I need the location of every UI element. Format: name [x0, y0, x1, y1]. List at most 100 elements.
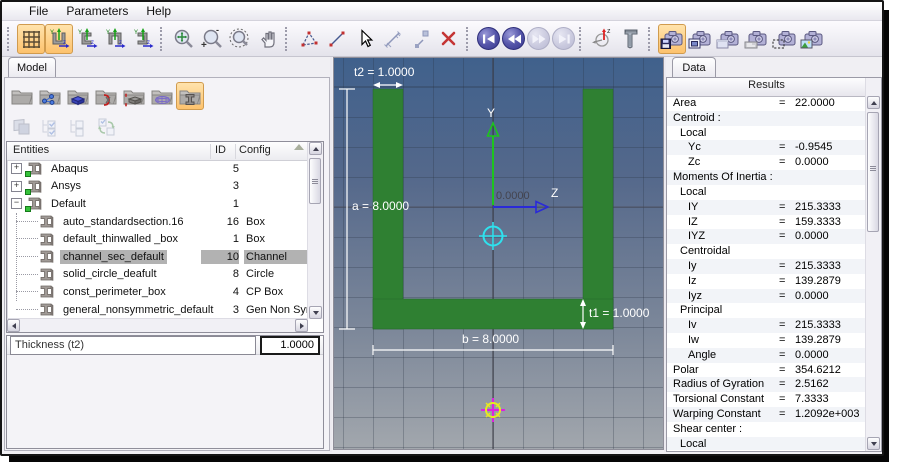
menu-item[interactable]: Help — [137, 3, 180, 19]
result-row[interactable]: Local — [667, 126, 866, 141]
entity-name[interactable]: Default — [48, 197, 89, 211]
result-row[interactable]: Shear center : — [667, 422, 866, 437]
sort-ascending-icon[interactable] — [294, 144, 304, 150]
menu-item[interactable]: File — [20, 3, 57, 19]
menu-item[interactable]: Parameters — [57, 3, 137, 19]
new-project-button[interactable] — [8, 82, 36, 110]
column-header-entities[interactable]: Entities — [13, 144, 49, 156]
result-row[interactable]: Warping Constant = 1.2092e+003 — [667, 407, 866, 422]
entity-name[interactable]: Abaqus — [48, 162, 91, 176]
result-row[interactable]: Torsional Constant = 7.3333 — [667, 392, 866, 407]
tree-expander-icon[interactable] — [11, 163, 22, 174]
result-row[interactable]: Principal — [667, 303, 866, 318]
clamp-section-button[interactable] — [92, 82, 120, 110]
section-rotated-orientation-button[interactable]: Yz — [129, 24, 157, 54]
shared-entities-button[interactable] — [36, 82, 64, 110]
result-row[interactable]: IY = 215.3333 — [667, 200, 866, 215]
result-row[interactable]: Local — [667, 185, 866, 200]
section-canvas[interactable]: t2 = 1.0000 a = 8.0000 t1 = 1.0000 b = 8… — [333, 57, 664, 450]
capture-window-button[interactable] — [686, 24, 714, 54]
parameter-value-input[interactable]: 1.0000 — [260, 336, 320, 355]
results-scrollbar[interactable] — [865, 78, 881, 451]
tree-expander-icon[interactable] — [11, 181, 22, 192]
nav-next-button[interactable] — [527, 27, 550, 50]
result-row[interactable]: Iz = 139.2879 — [667, 274, 866, 289]
entity-name[interactable]: solid_circle_deafult — [60, 267, 160, 281]
scrollbar-thumb[interactable] — [867, 112, 879, 232]
result-row[interactable]: Iyz = 0.0000 — [667, 289, 866, 304]
section-n-orientation-button[interactable]: Yz — [101, 24, 129, 54]
capture-report-button[interactable] — [742, 24, 770, 54]
zoom-in-out-button[interactable]: -+ — [198, 24, 226, 54]
entity-name[interactable]: general_nonsymmetric_default — [60, 303, 216, 317]
dimension-point-button[interactable] — [407, 24, 435, 54]
result-row[interactable]: Angle = 0.0000 — [667, 348, 866, 363]
entity-row[interactable]: auto_standardsection.16 16 Box — [7, 213, 308, 231]
section-u-orientation-button[interactable]: Yz — [45, 24, 73, 54]
nav-last-button[interactable] — [552, 27, 575, 50]
result-row[interactable]: Zc = 0.0000 — [667, 155, 866, 170]
capture-pane-button[interactable] — [714, 24, 742, 54]
scroll-down-button[interactable] — [867, 437, 880, 450]
nav-first-button[interactable] — [477, 27, 500, 50]
mesh-section-button[interactable] — [148, 82, 176, 110]
toolbar-grip[interactable] — [160, 27, 167, 51]
entity-name[interactable]: auto_standardsection.16 — [60, 215, 186, 229]
section-c-orientation-button[interactable]: Yz — [73, 24, 101, 54]
result-row[interactable]: Radius of Gyration = 2.5162 — [667, 377, 866, 392]
solid-section-button[interactable] — [64, 82, 92, 110]
thinwalled-section-button[interactable] — [120, 82, 148, 110]
delete-button[interactable] — [435, 24, 463, 54]
tree-expander-icon[interactable] — [11, 198, 22, 209]
entity-row[interactable]: Ansys 3 — [7, 178, 308, 196]
merge-button[interactable] — [8, 112, 36, 140]
scroll-up-button[interactable] — [309, 142, 322, 155]
select-cursor-button[interactable] — [351, 24, 379, 54]
check-all-button[interactable] — [36, 112, 64, 140]
entity-row[interactable]: const_perimeter_box 4 CP Box — [7, 283, 308, 301]
result-row[interactable]: Iw = 139.2879 — [667, 333, 866, 348]
entity-row[interactable]: channel_sec_default 10 Channel — [7, 248, 308, 266]
scroll-left-button[interactable] — [7, 319, 20, 332]
measure-polygon-button[interactable] — [295, 24, 323, 54]
zoom-window-button[interactable] — [226, 24, 254, 54]
result-row[interactable]: IZ = 159.3333 — [667, 215, 866, 230]
entity-row[interactable]: general_nonsymmetric_default 3 Gen Non S… — [7, 301, 308, 319]
capture-save-button[interactable] — [658, 24, 686, 54]
zoom-extents-button[interactable] — [170, 24, 198, 54]
toolbar-grip[interactable] — [285, 27, 292, 51]
result-row[interactable]: Yc = -0.9545 — [667, 140, 866, 155]
pan-button[interactable] — [254, 24, 282, 54]
toolbar-grip[interactable] — [7, 27, 14, 51]
entity-row[interactable]: default_thinwalled _box 1 Box — [7, 230, 308, 248]
entity-row[interactable]: Default 1 — [7, 195, 308, 213]
left-splitter[interactable] — [330, 57, 332, 452]
entities-horizontal-scrollbar[interactable] — [7, 318, 308, 332]
toolbar-grip[interactable] — [466, 27, 473, 51]
caliper-button[interactable] — [617, 24, 645, 54]
result-row[interactable]: Centroid : — [667, 111, 866, 126]
toolbar-grip[interactable] — [648, 27, 655, 51]
scroll-right-button[interactable] — [295, 319, 308, 332]
grid-toggle-button[interactable] — [17, 24, 45, 54]
result-row[interactable]: IYZ = 0.0000 — [667, 229, 866, 244]
entity-row[interactable]: solid_circle_deafult 8 Circle — [7, 266, 308, 284]
column-header-config[interactable]: Config — [239, 144, 271, 156]
entity-name[interactable]: const_perimeter_box — [60, 285, 169, 299]
dimension-line-button[interactable] — [379, 24, 407, 54]
entities-header[interactable]: Entities ID Config — [7, 142, 308, 161]
result-row[interactable]: Area = 22.0000 — [667, 96, 866, 111]
result-row[interactable]: Polar = 354.6212 — [667, 363, 866, 378]
uncheck-all-button[interactable] — [64, 112, 92, 140]
rotate-section-button[interactable]: z — [589, 24, 617, 54]
capture-image-button[interactable] — [798, 24, 826, 54]
toolbar-grip[interactable] — [579, 27, 586, 51]
entity-name[interactable]: Ansys — [48, 179, 84, 193]
entity-name[interactable]: default_thinwalled _box — [60, 232, 181, 246]
capture-selection-button[interactable] — [770, 24, 798, 54]
result-row[interactable]: Centroidal — [667, 244, 866, 259]
tab-model[interactable]: Model — [8, 57, 56, 77]
scroll-down-button[interactable] — [309, 306, 322, 319]
entities-vertical-scrollbar[interactable] — [307, 142, 323, 319]
standard-section-button[interactable] — [176, 82, 204, 110]
